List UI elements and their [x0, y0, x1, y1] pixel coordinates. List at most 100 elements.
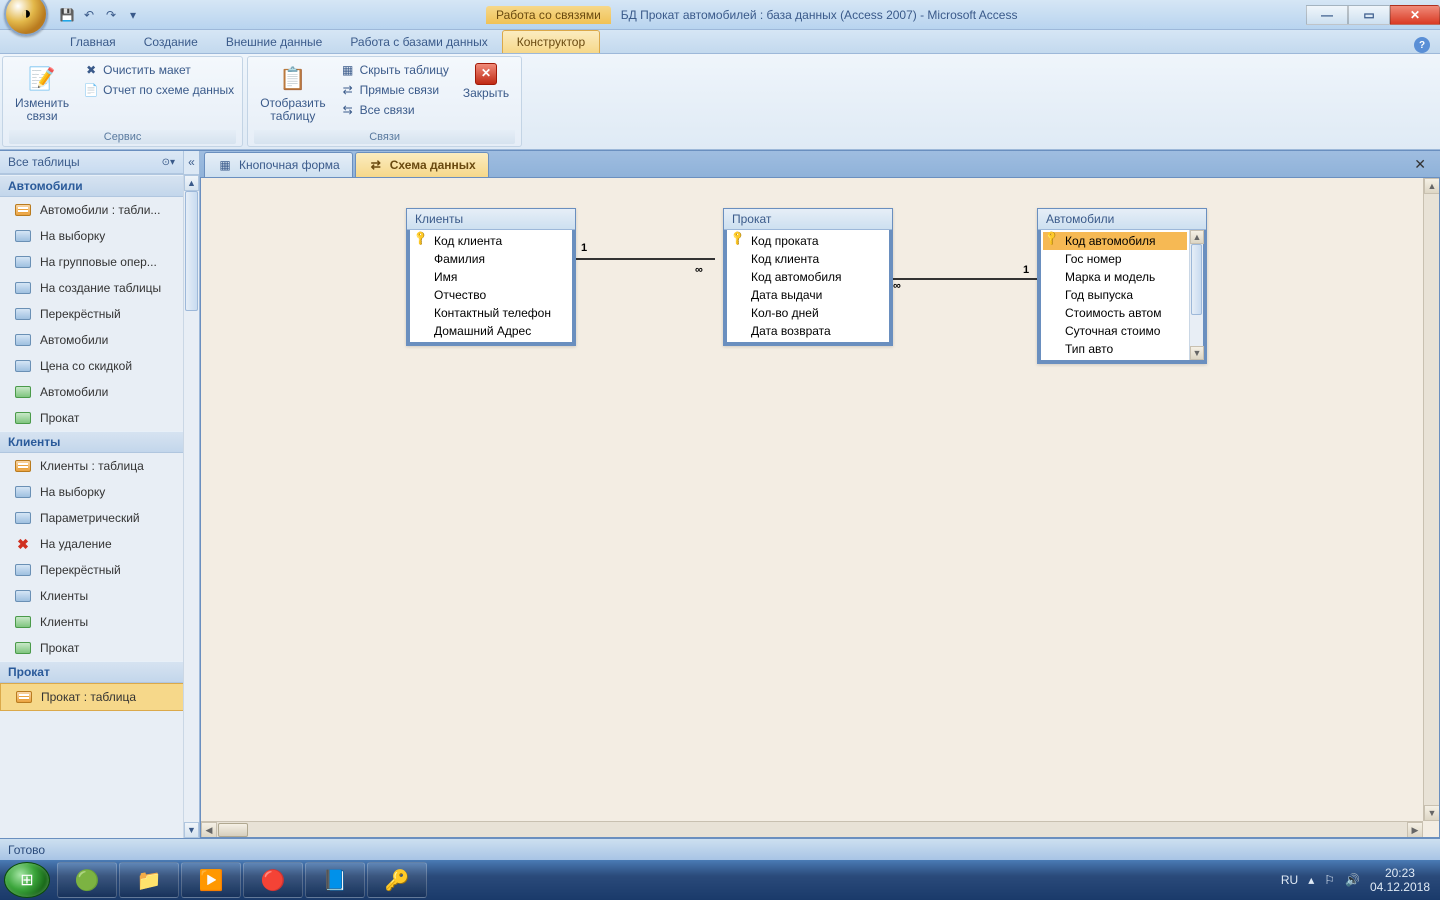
- field-year[interactable]: Год выпуска: [1043, 286, 1187, 304]
- scroll-down-icon[interactable]: ▼: [1424, 805, 1440, 821]
- doc-tab-close-button[interactable]: ✕: [1404, 156, 1436, 177]
- field-patronymic[interactable]: Отчество: [412, 286, 570, 304]
- scroll-down-icon[interactable]: ▼: [1190, 346, 1204, 360]
- nav-group-cars[interactable]: Автомобили⌃: [0, 175, 199, 197]
- nav-collapse-button[interactable]: «: [183, 151, 199, 174]
- taskbar-app-mediaplayer[interactable]: ▶️: [181, 862, 241, 898]
- tab-database-tools[interactable]: Работа с базами данных: [336, 31, 501, 53]
- tray-language[interactable]: RU: [1281, 873, 1298, 887]
- field-client-id[interactable]: Код клиента: [729, 250, 887, 268]
- nav-pane-header[interactable]: Все таблицы ⊙▾: [0, 151, 183, 174]
- nav-item-maketable-query[interactable]: На создание таблицы: [0, 275, 199, 301]
- table-box-clients[interactable]: Клиенты Код клиента Фамилия Имя Отчество…: [406, 208, 576, 346]
- table-box-rental[interactable]: Прокат Код проката Код клиента Код автом…: [723, 208, 893, 346]
- doc-tab-relationships[interactable]: ⇄Схема данных: [355, 152, 489, 177]
- field-car-id[interactable]: Код автомобиля: [1043, 232, 1187, 250]
- tray-clock[interactable]: 20:23 04.12.2018: [1370, 866, 1430, 895]
- relationship-report-button[interactable]: 📄Отчет по схеме данных: [81, 81, 236, 99]
- field-surname[interactable]: Фамилия: [412, 250, 570, 268]
- field-days[interactable]: Кол-во дней: [729, 304, 887, 322]
- nav-item-param-query[interactable]: Параметрический: [0, 505, 199, 531]
- start-button[interactable]: ⊞: [4, 862, 50, 898]
- nav-item-rental-report[interactable]: Прокат: [0, 635, 199, 661]
- nav-item-crosstab-query[interactable]: Перекрёстный: [0, 557, 199, 583]
- qat-dropdown-icon[interactable]: ▾: [124, 6, 142, 24]
- tray-show-hidden-icon[interactable]: ▴: [1308, 873, 1314, 887]
- nav-item-clients-table[interactable]: Клиенты : таблица: [0, 453, 199, 479]
- clear-layout-button[interactable]: ✖Очистить макет: [81, 61, 236, 79]
- tab-design[interactable]: Конструктор: [502, 30, 600, 53]
- tab-home[interactable]: Главная: [56, 31, 130, 53]
- field-client-id[interactable]: Код клиента: [412, 232, 570, 250]
- scroll-right-icon[interactable]: ▶: [1407, 822, 1423, 838]
- undo-icon[interactable]: ↶: [80, 6, 98, 24]
- field-issue-date[interactable]: Дата выдачи: [729, 286, 887, 304]
- nav-item-cars-report[interactable]: Автомобили: [0, 379, 199, 405]
- tray-flag-icon[interactable]: ⚐: [1324, 873, 1335, 887]
- field-phone[interactable]: Контактный телефон: [412, 304, 570, 322]
- scroll-left-icon[interactable]: ◀: [201, 822, 217, 838]
- field-reg-number[interactable]: Гос номер: [1043, 250, 1187, 268]
- scroll-thumb[interactable]: [185, 191, 198, 311]
- nav-group-clients[interactable]: Клиенты⌃: [0, 431, 199, 453]
- nav-item-cars-form[interactable]: Автомобили: [0, 327, 199, 353]
- tray-volume-icon[interactable]: 🔊: [1345, 873, 1360, 887]
- scroll-up-icon[interactable]: ▲: [1424, 178, 1440, 194]
- field-daily-cost[interactable]: Суточная стоимо: [1043, 322, 1187, 340]
- table-title[interactable]: Прокат: [724, 209, 892, 230]
- scroll-down-icon[interactable]: ▼: [184, 822, 199, 838]
- nav-item-select-query[interactable]: На выборку: [0, 479, 199, 505]
- close-button[interactable]: ✕: [1390, 5, 1440, 25]
- nav-item-clients-form[interactable]: Клиенты: [0, 583, 199, 609]
- maximize-button[interactable]: ▭: [1348, 5, 1390, 25]
- taskbar-app-chrome[interactable]: 🔴: [243, 862, 303, 898]
- taskbar-app-access[interactable]: 🔑: [367, 862, 427, 898]
- help-icon[interactable]: ?: [1414, 37, 1430, 53]
- relationships-canvas[interactable]: 1 ∞ ∞ 1 Клиенты Код клиента Фамилия Имя …: [200, 177, 1440, 838]
- taskbar-app-word[interactable]: 📘: [305, 862, 365, 898]
- field-car-type[interactable]: Тип авто: [1043, 340, 1187, 358]
- nav-item-group-query[interactable]: На групповые опер...: [0, 249, 199, 275]
- show-table-button[interactable]: 📋 Отобразить таблицу: [254, 61, 331, 130]
- nav-item-crosstab-query[interactable]: Перекрёстный: [0, 301, 199, 327]
- close-design-button[interactable]: ✕ Закрыть: [457, 61, 515, 130]
- scroll-up-icon[interactable]: ▲: [1190, 230, 1204, 244]
- taskbar-app-utorrent[interactable]: 🟢: [57, 862, 117, 898]
- table-scrollbar[interactable]: ▲ ▼: [1189, 230, 1203, 360]
- table-title[interactable]: Автомобили: [1038, 209, 1206, 230]
- field-make-model[interactable]: Марка и модель: [1043, 268, 1187, 286]
- redo-icon[interactable]: ↷: [102, 6, 120, 24]
- table-title[interactable]: Клиенты: [407, 209, 575, 230]
- table-box-cars[interactable]: Автомобили Код автомобиля Гос номер Марк…: [1037, 208, 1207, 364]
- canvas-vscrollbar[interactable]: ▲ ▼: [1423, 178, 1439, 821]
- nav-item-rental-table[interactable]: Прокат : таблица: [0, 683, 199, 711]
- nav-item-select-query[interactable]: На выборку: [0, 223, 199, 249]
- field-address[interactable]: Домашний Адрес: [412, 322, 570, 340]
- nav-item-discount-form[interactable]: Цена со скидкой: [0, 353, 199, 379]
- hide-table-button[interactable]: ▦Скрыть таблицу: [338, 61, 451, 79]
- tab-external-data[interactable]: Внешние данные: [212, 31, 337, 53]
- nav-scrollbar[interactable]: ▲ ▼: [183, 175, 199, 838]
- relationship-line[interactable]: [573, 258, 715, 260]
- doc-tab-switchboard[interactable]: ▦Кнопочная форма: [204, 152, 353, 177]
- field-rental-id[interactable]: Код проката: [729, 232, 887, 250]
- nav-item-cars-table[interactable]: Автомобили : табли...: [0, 197, 199, 223]
- field-car-cost[interactable]: Стоимость автом: [1043, 304, 1187, 322]
- field-name[interactable]: Имя: [412, 268, 570, 286]
- all-relationships-button[interactable]: ⇆Все связи: [338, 101, 451, 119]
- scroll-thumb[interactable]: [218, 823, 248, 837]
- scroll-thumb[interactable]: [1191, 244, 1202, 315]
- save-icon[interactable]: 💾: [58, 6, 76, 24]
- tab-create[interactable]: Создание: [130, 31, 212, 53]
- field-return-date[interactable]: Дата возврата: [729, 322, 887, 340]
- edit-relationships-button[interactable]: 📝 Изменить связи: [9, 61, 75, 130]
- nav-item-rental-report[interactable]: Прокат: [0, 405, 199, 431]
- taskbar-app-explorer[interactable]: 📁: [119, 862, 179, 898]
- relationship-line[interactable]: [885, 278, 1037, 280]
- minimize-button[interactable]: —: [1306, 5, 1348, 25]
- direct-relationships-button[interactable]: ⇄Прямые связи: [338, 81, 451, 99]
- field-car-id[interactable]: Код автомобиля: [729, 268, 887, 286]
- nav-item-delete-query[interactable]: ✖На удаление: [0, 531, 199, 557]
- nav-group-rental[interactable]: Прокат⌃: [0, 661, 199, 683]
- canvas-hscrollbar[interactable]: ◀ ▶: [201, 821, 1423, 837]
